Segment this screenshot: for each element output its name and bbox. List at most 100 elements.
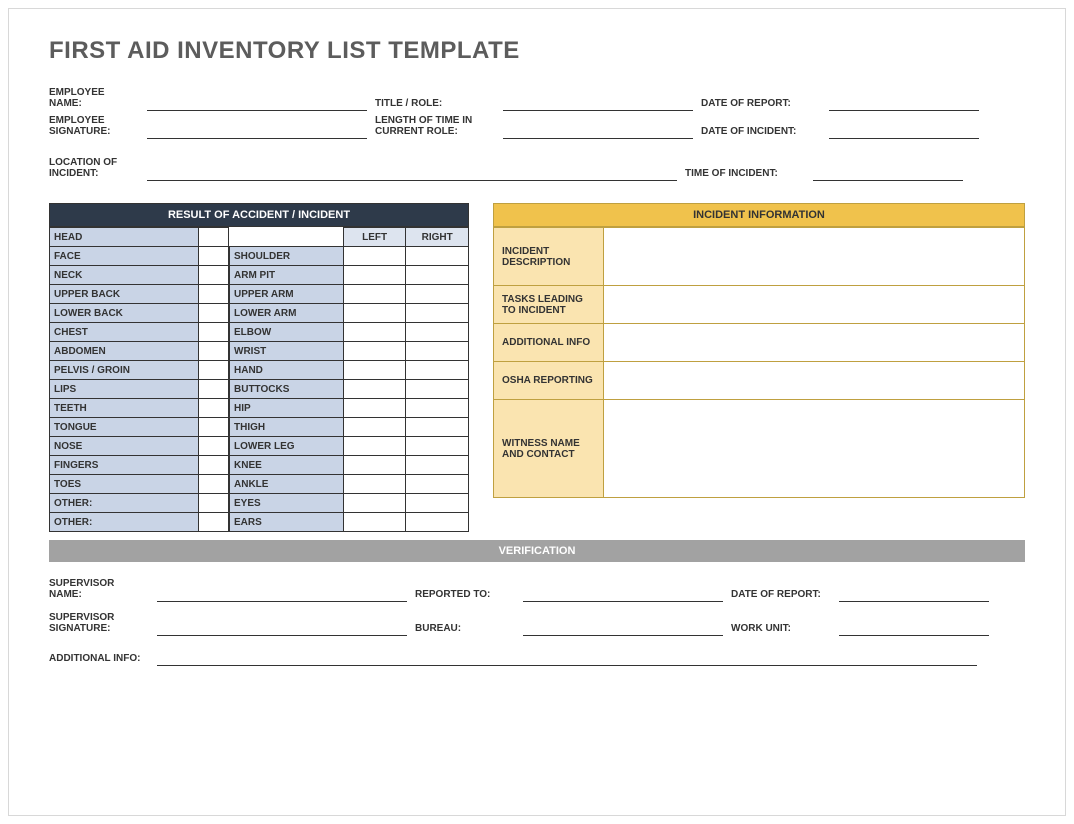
additional-info-row: ADDITIONAL INFO: (49, 646, 1025, 666)
length-role-label: LENGTH OF TIME IN CURRENT ROLE: (375, 115, 495, 139)
body-part-left-checkbox[interactable] (343, 247, 406, 266)
body-part-label: UPPER BACK (50, 285, 199, 304)
body-part-label: LOWER LEG (230, 437, 344, 456)
body-part-right-checkbox[interactable] (406, 361, 469, 380)
body-part-label: HAND (230, 361, 344, 380)
body-part-label: EARS (230, 513, 344, 532)
supervisor-signature-label: SUPERVISOR SIGNATURE: (49, 612, 149, 636)
incident-row-input[interactable] (604, 324, 1025, 362)
reported-to-label: REPORTED TO: (415, 578, 515, 602)
title-role-input[interactable] (503, 87, 693, 111)
body-part-right-checkbox[interactable] (406, 399, 469, 418)
body-part-right-checkbox[interactable] (406, 342, 469, 361)
work-unit-input[interactable] (839, 612, 989, 636)
supervisor-signature-input[interactable] (157, 612, 407, 636)
date-report-label: DATE OF REPORT: (701, 87, 821, 111)
result-panel: RESULT OF ACCIDENT / INCIDENT HEADFACENE… (49, 203, 469, 532)
incident-row-input[interactable] (604, 286, 1025, 324)
date-incident-input[interactable] (829, 115, 979, 139)
body-part-right-checkbox[interactable] (406, 247, 469, 266)
body-part-right-checkbox[interactable] (406, 380, 469, 399)
body-part-left-checkbox[interactable] (343, 456, 406, 475)
body-part-checkbox[interactable] (199, 342, 229, 361)
additional-info-input[interactable] (157, 646, 977, 666)
body-part-label: HIP (230, 399, 344, 418)
body-part-label: LOWER ARM (230, 304, 344, 323)
body-part-left-checkbox[interactable] (343, 494, 406, 513)
body-part-checkbox[interactable] (199, 285, 229, 304)
body-parts-column-a: HEADFACENECKUPPER BACKLOWER BACKCHESTABD… (49, 227, 229, 532)
body-part-checkbox[interactable] (199, 380, 229, 399)
body-part-label: TOES (50, 475, 199, 494)
incident-row-input[interactable] (604, 228, 1025, 286)
body-part-label: ELBOW (230, 323, 344, 342)
body-part-label: KNEE (230, 456, 344, 475)
body-part-right-checkbox[interactable] (406, 437, 469, 456)
body-part-left-checkbox[interactable] (343, 361, 406, 380)
body-part-label: NECK (50, 266, 199, 285)
incident-row-label: OSHA REPORTING (494, 362, 604, 400)
body-part-right-checkbox[interactable] (406, 285, 469, 304)
form-page: FIRST AID INVENTORY LIST TEMPLATE EMPLOY… (8, 8, 1066, 816)
body-part-left-checkbox[interactable] (343, 513, 406, 532)
body-part-checkbox[interactable] (199, 228, 229, 247)
work-unit-label: WORK UNIT: (731, 612, 831, 636)
body-part-label: OTHER: (50, 494, 199, 513)
body-part-right-checkbox[interactable] (406, 323, 469, 342)
body-part-left-checkbox[interactable] (343, 418, 406, 437)
body-part-left-checkbox[interactable] (343, 437, 406, 456)
incident-row-label: INCIDENT DESCRIPTION (494, 228, 604, 286)
length-role-input[interactable] (503, 115, 693, 139)
body-part-checkbox[interactable] (199, 456, 229, 475)
body-part-label: ABDOMEN (50, 342, 199, 361)
location-incident-input[interactable] (147, 157, 677, 181)
incident-row-input[interactable] (604, 362, 1025, 400)
body-part-checkbox[interactable] (199, 494, 229, 513)
incident-row-input[interactable] (604, 400, 1025, 498)
body-part-checkbox[interactable] (199, 247, 229, 266)
body-part-label: TEETH (50, 399, 199, 418)
body-part-checkbox[interactable] (199, 437, 229, 456)
body-part-right-checkbox[interactable] (406, 456, 469, 475)
body-part-checkbox[interactable] (199, 361, 229, 380)
body-part-left-checkbox[interactable] (343, 285, 406, 304)
body-part-checkbox[interactable] (199, 513, 229, 532)
employee-info-section: EMPLOYEE NAME: TITLE / ROLE: DATE OF REP… (49, 87, 1025, 139)
date-report-input[interactable] (829, 87, 979, 111)
body-part-checkbox[interactable] (199, 418, 229, 437)
bureau-input[interactable] (523, 612, 723, 636)
main-content: RESULT OF ACCIDENT / INCIDENT HEADFACENE… (49, 203, 1025, 532)
body-part-left-checkbox[interactable] (343, 266, 406, 285)
supervisor-name-input[interactable] (157, 578, 407, 602)
body-part-right-checkbox[interactable] (406, 266, 469, 285)
body-part-right-checkbox[interactable] (406, 494, 469, 513)
time-incident-label: TIME OF INCIDENT: (685, 157, 805, 181)
body-part-left-checkbox[interactable] (343, 380, 406, 399)
body-part-right-checkbox[interactable] (406, 304, 469, 323)
title-role-label: TITLE / ROLE: (375, 87, 495, 111)
body-part-left-checkbox[interactable] (343, 323, 406, 342)
result-header: RESULT OF ACCIDENT / INCIDENT (49, 203, 469, 227)
body-part-left-checkbox[interactable] (343, 304, 406, 323)
body-part-right-checkbox[interactable] (406, 475, 469, 494)
time-incident-input[interactable] (813, 157, 963, 181)
body-part-left-checkbox[interactable] (343, 342, 406, 361)
body-part-label: WRIST (230, 342, 344, 361)
body-part-left-checkbox[interactable] (343, 475, 406, 494)
body-part-label: HEAD (50, 228, 199, 247)
verif-date-report-input[interactable] (839, 578, 989, 602)
body-part-checkbox[interactable] (199, 475, 229, 494)
page-title: FIRST AID INVENTORY LIST TEMPLATE (49, 37, 1025, 65)
body-part-right-checkbox[interactable] (406, 513, 469, 532)
body-part-checkbox[interactable] (199, 304, 229, 323)
body-part-checkbox[interactable] (199, 323, 229, 342)
employee-signature-input[interactable] (147, 115, 367, 139)
body-part-right-checkbox[interactable] (406, 418, 469, 437)
reported-to-input[interactable] (523, 578, 723, 602)
body-part-checkbox[interactable] (199, 266, 229, 285)
body-part-label: LIPS (50, 380, 199, 399)
employee-name-input[interactable] (147, 87, 367, 111)
body-part-left-checkbox[interactable] (343, 399, 406, 418)
body-part-checkbox[interactable] (199, 399, 229, 418)
employee-signature-label: EMPLOYEE SIGNATURE: (49, 115, 139, 139)
